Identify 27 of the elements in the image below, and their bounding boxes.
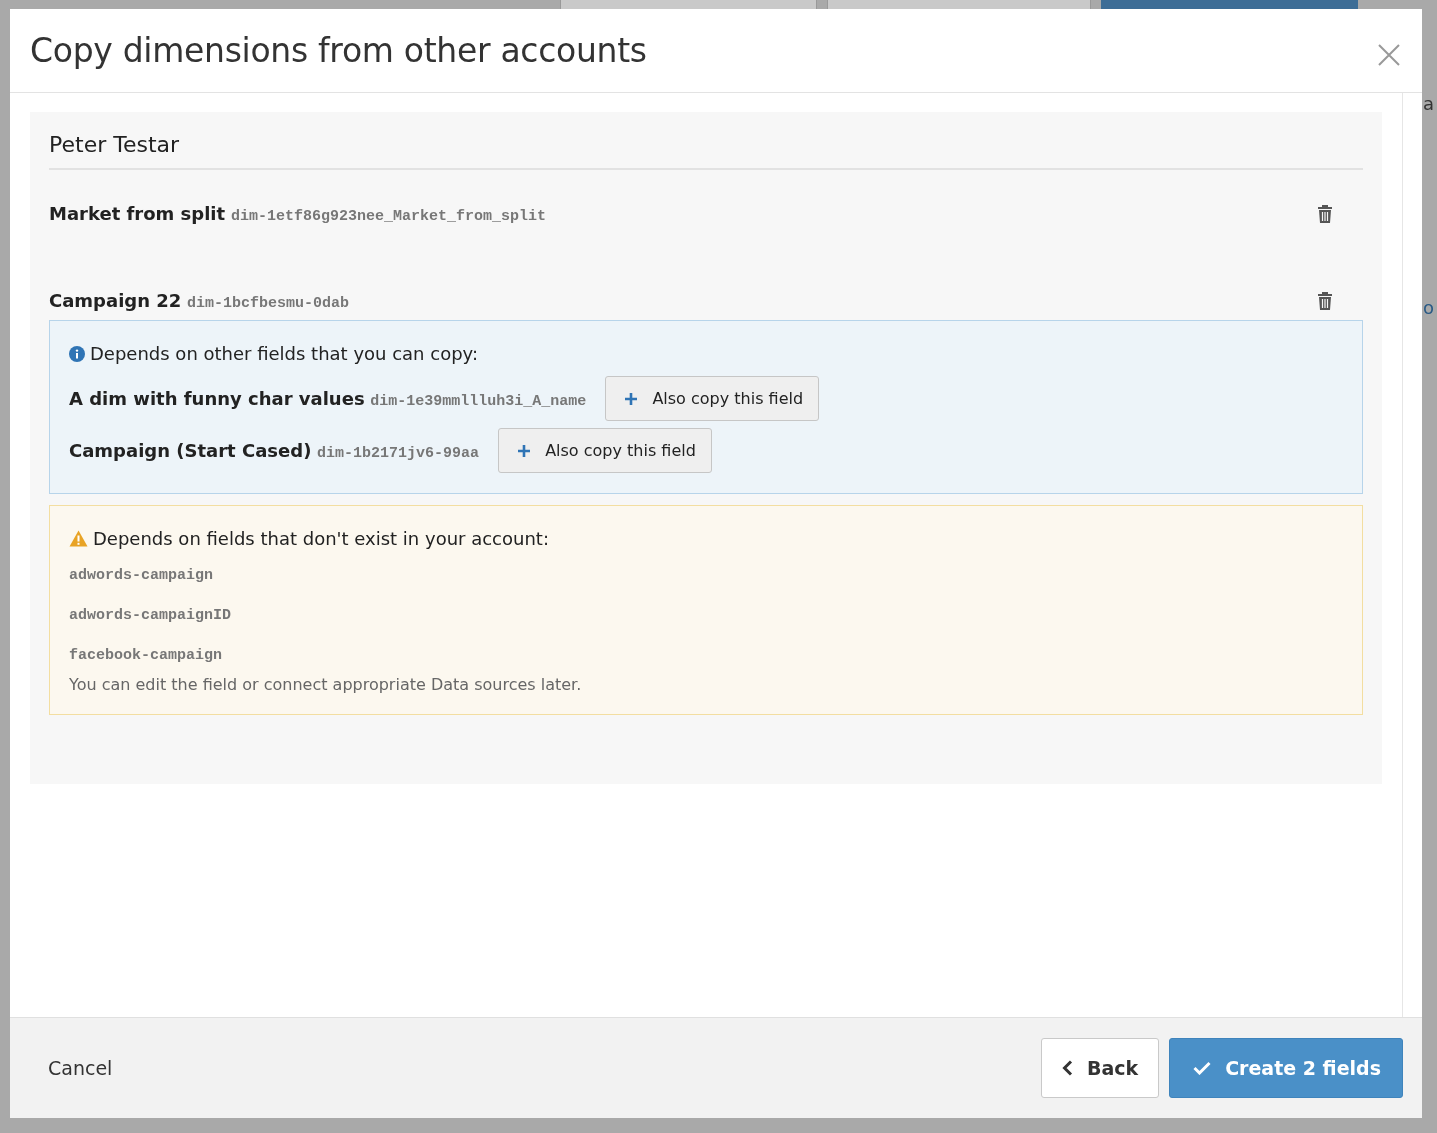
missing-field-id: adwords-campaignID (69, 606, 233, 626)
missing-field-id: adwords-campaign (69, 566, 215, 586)
account-name: Peter Testar (49, 132, 181, 159)
close-icon[interactable] (1378, 43, 1400, 66)
dimension-name: Campaign 22 dim-1bcfbesmu-0dab (49, 289, 350, 312)
dependency-name: A dim with funny char values dim-1e39mmllluh3i_A_name (69, 387, 587, 410)
warning-icon (69, 530, 88, 547)
dimension-name: Market from split dim-1etf86g923nee_Market_from_split (49, 202, 546, 225)
info-icon (69, 345, 85, 362)
also-copy-button[interactable]: Also copy this field (605, 376, 820, 421)
back-button[interactable]: Back (1040, 1038, 1160, 1098)
chevron-left-icon (1061, 1060, 1073, 1076)
trash-icon[interactable] (1317, 291, 1333, 310)
background-text: a (1423, 94, 1435, 113)
plus-icon (518, 444, 531, 457)
dependency-name: Campaign (Start Cased) dim-1b2171jv6-99aa (69, 439, 480, 462)
missing-field-id: facebook-campaign (69, 646, 224, 666)
dialog-title: Copy dimensions from other accounts (30, 31, 647, 70)
trash-icon[interactable] (1317, 204, 1333, 223)
background-text: o (1423, 298, 1435, 317)
warning-note: You can edit the field or connect appropriate Data sources later. (69, 675, 583, 694)
warning-heading: Depends on fields that don't exist in your account: (93, 528, 549, 549)
plus-icon (625, 392, 638, 405)
info-heading: Depends on other fields that you can copy: (90, 343, 478, 364)
cancel-link[interactable]: Cancel (48, 1057, 113, 1079)
also-copy-button[interactable]: Also copy this field (498, 428, 712, 473)
check-icon (1193, 1061, 1212, 1075)
